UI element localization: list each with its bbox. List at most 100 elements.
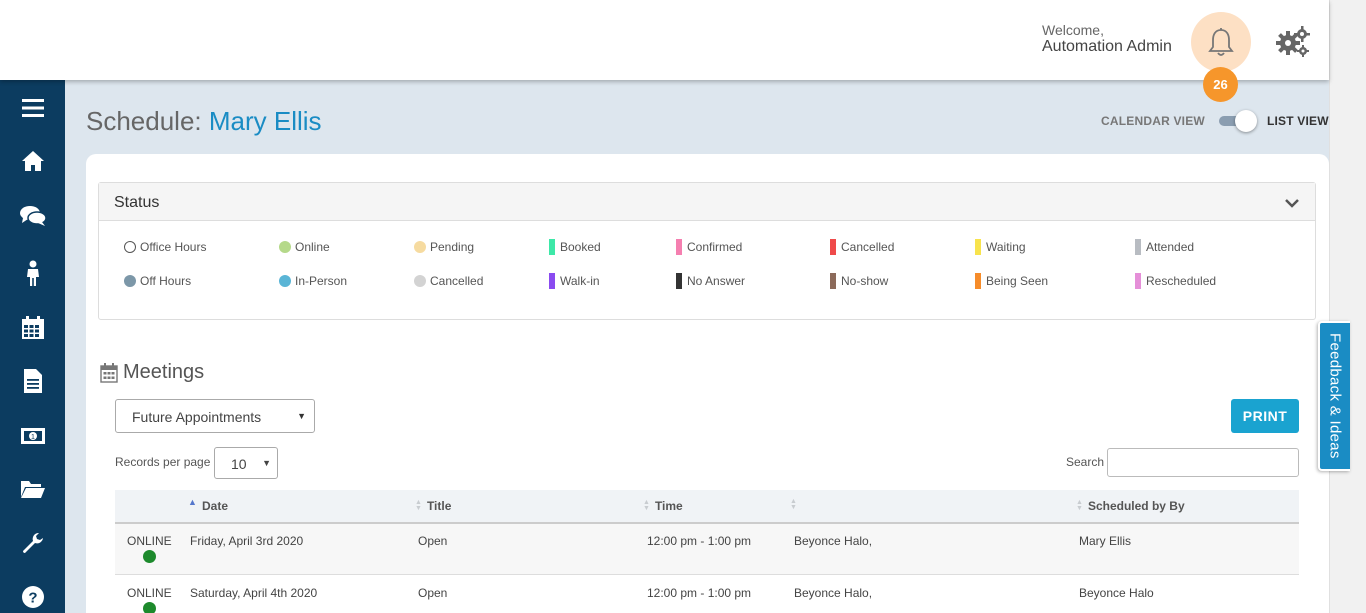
legend-dot-swatch: [414, 275, 426, 287]
meeting-type-cell: ONLINE: [127, 586, 172, 613]
attendee-cell: Beyonce Halo,: [794, 586, 873, 600]
column-header-scheduled-by[interactable]: ▲ ▼ Scheduled by By: [1076, 499, 1185, 513]
legend-label: Cancelled: [430, 274, 484, 288]
sidebar-nav: 1 ?: [0, 80, 65, 613]
status-panel-header[interactable]: Status: [99, 183, 1315, 221]
wrench-icon[interactable]: [20, 531, 46, 557]
legend-item: Waiting: [975, 239, 1026, 255]
legend-label: In-Person: [295, 274, 348, 288]
legend-bar-swatch: [830, 273, 836, 289]
document-icon[interactable]: [20, 368, 46, 394]
attendee-cell: Beyonce Halo,: [794, 534, 873, 548]
legend-item: Cancelled: [414, 273, 483, 289]
column-header-time[interactable]: ▲ ▼ Time: [643, 499, 683, 513]
table-row[interactable]: ONLINE Friday, April 3rd 2020 Open 12:00…: [115, 524, 1299, 575]
records-per-page-label: Records per page: [115, 455, 211, 469]
column-label: Time: [654, 499, 683, 513]
column-label: Scheduled by By: [1087, 499, 1185, 513]
status-dot: [142, 550, 156, 563]
meeting-type: ONLINE: [127, 586, 172, 600]
calendar-view-label[interactable]: CALENDAR VIEW: [1101, 114, 1205, 128]
page-title-person: Mary Ellis: [208, 106, 322, 136]
column-header-date[interactable]: Date: [202, 499, 228, 513]
caret-down-icon: ▼: [297, 411, 306, 421]
column-label: Title: [426, 499, 452, 513]
appointment-filter-select[interactable]: Future Appointments ▼: [115, 399, 315, 433]
view-toggle: CALENDAR VIEW LIST VIEW: [1101, 110, 1329, 132]
status-title: Status: [114, 194, 160, 211]
legend-label: Off Hours: [140, 274, 192, 288]
legend-label: Pending: [430, 240, 475, 254]
column-header-attendees[interactable]: ▲ ▼: [790, 498, 802, 511]
welcome-block: Welcome, Automation Admin: [1042, 22, 1172, 55]
view-toggle-switch[interactable]: [1218, 110, 1259, 132]
home-icon[interactable]: [20, 148, 46, 174]
bell-icon: [1208, 28, 1234, 56]
sort-asc-icon: ▲: [188, 497, 197, 507]
records-per-page-value: 10: [231, 456, 247, 472]
help-icon[interactable]: ?: [20, 584, 46, 610]
legend-label: Cancelled: [841, 240, 895, 254]
legend-label: No-show: [841, 274, 889, 288]
legend-item: Booked: [549, 239, 601, 255]
legend-dot-swatch: [279, 241, 291, 253]
records-per-page-select[interactable]: 10 ▼: [214, 447, 278, 479]
scheduled-by-cell: Mary Ellis: [1079, 534, 1132, 548]
notifications-button[interactable]: [1191, 12, 1251, 72]
legend-bar-swatch: [549, 273, 555, 289]
sort-icon: ▲ ▼: [415, 499, 422, 512]
legend-bar-swatch: [549, 239, 555, 255]
legend-dot-swatch: [414, 241, 426, 253]
top-header: Welcome, Automation Admin: [0, 0, 1329, 80]
folder-icon[interactable]: [20, 476, 46, 502]
feedback-tab[interactable]: Feedback & Ideas: [1318, 321, 1350, 471]
legend-label: Online: [295, 240, 330, 254]
feedback-label: Feedback & Ideas: [1326, 333, 1344, 459]
calendar-icon[interactable]: [20, 315, 46, 341]
meeting-type-cell: ONLINE: [127, 534, 172, 563]
legend-bar-swatch: [975, 239, 981, 255]
date-cell: Friday, April 3rd 2020: [190, 534, 304, 548]
menu-icon[interactable]: [20, 95, 46, 121]
page-scrollbar[interactable]: [1329, 0, 1366, 613]
status-dot: [142, 602, 156, 613]
user-name[interactable]: Automation Admin: [1042, 39, 1172, 55]
svg-text:?: ?: [28, 590, 37, 607]
settings-button[interactable]: [1276, 26, 1310, 63]
meetings-title-text: Meetings: [123, 361, 205, 383]
legend-bar-swatch: [1135, 239, 1141, 255]
legend-item: Walk-in: [549, 273, 600, 289]
legend-item: Cancelled: [830, 239, 894, 255]
money-icon[interactable]: 1: [20, 423, 46, 449]
search-input[interactable]: [1107, 448, 1299, 477]
legend-item: Confirmed: [676, 239, 742, 255]
print-button[interactable]: PRINT: [1231, 399, 1299, 433]
sort-icon: ▲ ▼: [643, 499, 650, 512]
legend-item: Office Hours: [124, 239, 206, 255]
table-row[interactable]: ONLINE Saturday, April 4th 2020 Open 12:…: [115, 576, 1299, 613]
search-label: Search: [1066, 455, 1105, 469]
chat-icon[interactable]: [20, 203, 46, 229]
legend-bar-swatch: [975, 273, 981, 289]
legend-dot-swatch: [279, 275, 291, 287]
legend-item: No-show: [830, 273, 888, 289]
legend-item: Pending: [414, 239, 474, 255]
column-label: Date: [202, 499, 229, 513]
page-title-prefix: Schedule:: [86, 106, 202, 136]
legend-item: Off Hours: [124, 273, 191, 289]
calendar-icon: [100, 362, 118, 383]
column-header-title[interactable]: ▲ ▼ Title: [415, 499, 451, 513]
legend-label: Rescheduled: [1146, 274, 1217, 288]
toggle-knob: [1234, 110, 1257, 132]
gear-icon: [1276, 26, 1310, 57]
status-panel: Status Office Hours Online Pending Booked Co…: [98, 182, 1316, 320]
list-view-label[interactable]: LIST VIEW: [1267, 114, 1329, 128]
notification-count-badge[interactable]: 26: [1203, 67, 1238, 102]
title-cell: Open: [418, 534, 448, 548]
appointment-filter-value: Future Appointments: [132, 409, 262, 425]
legend-label: Waiting: [986, 240, 1026, 254]
chevron-down-icon[interactable]: [1285, 195, 1299, 213]
legend-item: Being Seen: [975, 273, 1048, 289]
welcome-text: Welcome,: [1042, 22, 1104, 38]
person-icon[interactable]: [20, 260, 46, 286]
